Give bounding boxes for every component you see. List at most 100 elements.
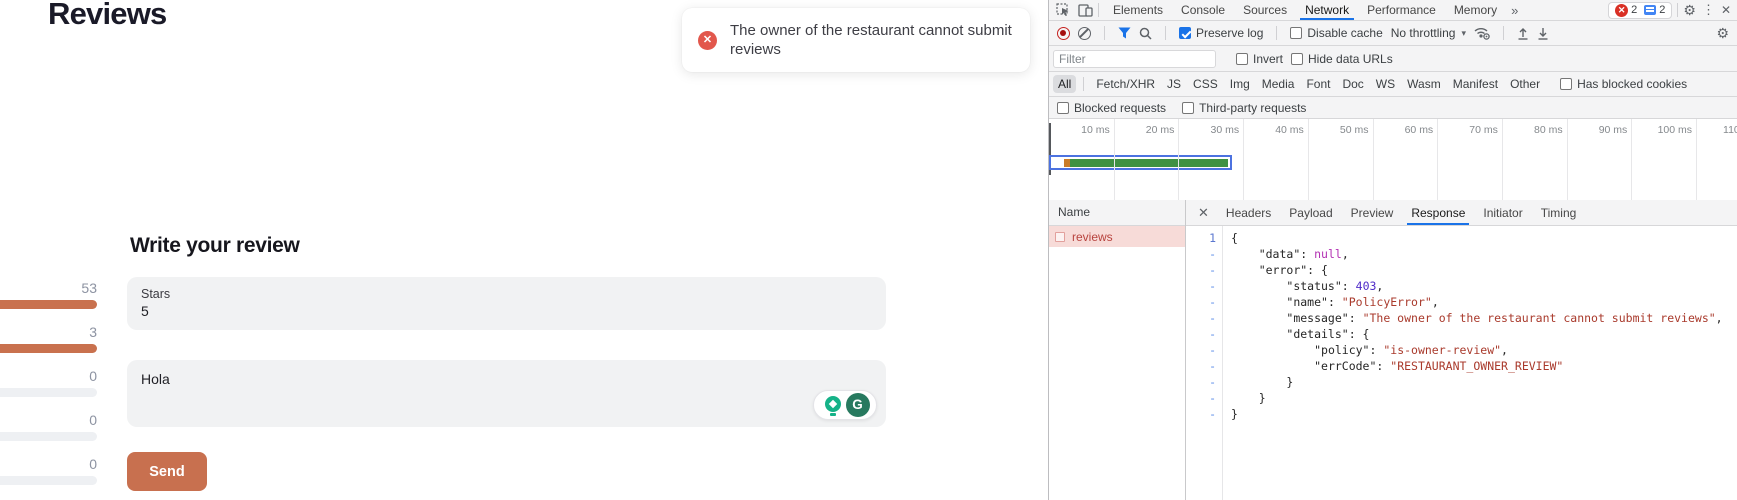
issues-badge-group[interactable]: ✕2 2	[1608, 2, 1672, 19]
export-har-icon[interactable]	[1537, 27, 1549, 40]
hide-data-urls-checkbox[interactable]	[1291, 53, 1303, 65]
import-har-icon[interactable]	[1517, 27, 1529, 40]
network-conditions-icon[interactable]	[1474, 27, 1490, 40]
fold-marker[interactable]: -	[1186, 374, 1216, 390]
invert-checkbox[interactable]	[1236, 53, 1248, 65]
devtools-tab-memory[interactable]: Memory	[1445, 0, 1506, 20]
fold-marker[interactable]: -	[1186, 358, 1216, 374]
devtools-tab-sources[interactable]: Sources	[1234, 0, 1296, 20]
third-party-requests-checkbox[interactable]	[1182, 102, 1194, 114]
clear-network-log-icon[interactable]	[1078, 27, 1091, 40]
fold-marker[interactable]: -	[1186, 246, 1216, 262]
fold-marker[interactable]: -	[1186, 342, 1216, 358]
inspect-element-icon[interactable]	[1056, 3, 1070, 17]
disable-cache-toggle[interactable]: Disable cache	[1290, 26, 1382, 40]
devtools-tab-elements[interactable]: Elements	[1104, 0, 1172, 20]
search-icon[interactable]	[1139, 27, 1152, 40]
grammarly-suggestion-icon[interactable]	[821, 393, 845, 417]
blocked-requests-checkbox[interactable]	[1057, 102, 1069, 114]
detail-tab-timing[interactable]: Timing	[1532, 200, 1586, 225]
type-pill-wasm[interactable]: Wasm	[1402, 75, 1446, 93]
invert-toggle[interactable]: Invert	[1236, 52, 1283, 66]
invert-label: Invert	[1253, 52, 1283, 66]
hide-data-urls-toggle[interactable]: Hide data URLs	[1291, 52, 1393, 66]
network-filter-row: Invert Hide data URLs	[1049, 46, 1737, 72]
error-toast: ✕ The owner of the restaurant cannot sub…	[682, 8, 1030, 72]
record-network-log-icon[interactable]	[1057, 27, 1070, 40]
send-button[interactable]: Send	[127, 452, 207, 491]
type-pill-font[interactable]: Font	[1301, 75, 1335, 93]
type-pill-js[interactable]: JS	[1162, 75, 1186, 93]
fold-marker[interactable]: -	[1186, 390, 1216, 406]
type-pill-other[interactable]: Other	[1505, 75, 1545, 93]
detail-tab-response[interactable]: Response	[1402, 200, 1474, 225]
has-blocked-cookies-toggle[interactable]: Has blocked cookies	[1560, 77, 1687, 91]
response-viewer[interactable]: 1----------- { "data": null, "error": { …	[1186, 226, 1737, 500]
detail-tab-preview[interactable]: Preview	[1342, 200, 1403, 225]
close-detail-icon[interactable]: ✕	[1190, 205, 1217, 221]
third-party-requests-toggle[interactable]: Third-party requests	[1182, 101, 1306, 115]
detail-tab-initiator[interactable]: Initiator	[1474, 200, 1531, 225]
type-pill-strip: All Fetch/XHRJSCSSImgMediaFontDocWSWasmMa…	[1053, 75, 1545, 93]
blocked-requests-toggle[interactable]: Blocked requests	[1057, 101, 1166, 115]
download-segment	[1070, 159, 1228, 167]
more-tabs-icon[interactable]: »	[1506, 3, 1523, 18]
fold-marker[interactable]: -	[1186, 326, 1216, 342]
has-blocked-cookies-checkbox[interactable]	[1560, 78, 1572, 90]
error-circle-icon: ✕	[698, 31, 717, 50]
request-name: reviews	[1072, 230, 1113, 244]
overview-selected-request-bar[interactable]	[1049, 155, 1232, 170]
throttling-value: No throttling	[1391, 26, 1456, 40]
rating-bar-row: 53	[0, 281, 97, 309]
filter-funnel-icon[interactable]	[1118, 27, 1131, 39]
close-devtools-icon[interactable]: ✕	[1721, 3, 1731, 17]
stars-field[interactable]: Stars 5	[127, 277, 886, 330]
blocked-requests-label: Blocked requests	[1074, 101, 1166, 115]
type-pill-fetch-xhr[interactable]: Fetch/XHR	[1091, 75, 1160, 93]
grammarly-widget[interactable]: G	[813, 390, 877, 420]
detail-tab-bar: ✕ HeadersPayloadPreviewResponseInitiator…	[1186, 200, 1737, 226]
fold-marker[interactable]: -	[1186, 294, 1216, 310]
code-line: "name": "PolicyError",	[1231, 294, 1723, 310]
fold-marker[interactable]: -	[1186, 406, 1216, 422]
name-column-header[interactable]: Name	[1049, 200, 1185, 226]
type-pill-ws[interactable]: WS	[1371, 75, 1400, 93]
rating-count: 0	[0, 369, 97, 384]
network-toolbar: Preserve log Disable cache No throttling…	[1049, 21, 1737, 46]
devtools-tab-network[interactable]: Network	[1296, 0, 1358, 20]
fold-marker[interactable]: -	[1186, 278, 1216, 294]
type-pill-manifest[interactable]: Manifest	[1448, 75, 1503, 93]
network-settings-gear-icon[interactable]: ⚙	[1716, 25, 1729, 42]
preserve-log-checkbox[interactable]	[1179, 27, 1191, 39]
fold-marker[interactable]: -	[1186, 310, 1216, 326]
fold-marker[interactable]: -	[1186, 262, 1216, 278]
network-filter-input[interactable]	[1053, 50, 1216, 68]
detail-tab-payload[interactable]: Payload	[1280, 200, 1341, 225]
devtools-tab-performance[interactable]: Performance	[1358, 0, 1445, 20]
network-overview-timeline[interactable]: 10 ms20 ms30 ms40 ms50 ms60 ms70 ms80 ms…	[1049, 119, 1737, 201]
devtools-tab-console[interactable]: Console	[1172, 0, 1234, 20]
timeline-tick-label: 20 ms	[1102, 124, 1174, 136]
throttling-dropdown[interactable]: No throttling ▾	[1391, 26, 1466, 40]
settings-gear-icon[interactable]: ⚙	[1683, 2, 1696, 19]
code-line: "message": "The owner of the restaurant …	[1231, 310, 1723, 326]
timeline-tick-label: 30 ms	[1167, 124, 1239, 136]
request-row-reviews[interactable]: reviews	[1049, 226, 1185, 247]
menu-dots-icon[interactable]: ⋮	[1696, 2, 1721, 18]
type-pill-media[interactable]: Media	[1257, 75, 1300, 93]
preserve-log-toggle[interactable]: Preserve log	[1179, 26, 1263, 40]
detail-tab-headers[interactable]: Headers	[1217, 200, 1280, 225]
type-pill-img[interactable]: Img	[1225, 75, 1255, 93]
preserve-log-label: Preserve log	[1196, 26, 1263, 40]
disable-cache-checkbox[interactable]	[1290, 27, 1302, 39]
type-pill-all[interactable]: All	[1053, 75, 1076, 93]
type-pill-css[interactable]: CSS	[1188, 75, 1223, 93]
chevron-down-icon: ▾	[1461, 28, 1466, 39]
grammarly-logo-icon[interactable]: G	[846, 393, 870, 417]
device-toolbar-icon[interactable]	[1078, 4, 1093, 17]
review-textarea[interactable]: Hola G	[127, 360, 886, 427]
disable-cache-label: Disable cache	[1307, 26, 1382, 40]
timeline-tick-label: 110 ms	[1685, 124, 1737, 136]
type-pill-doc[interactable]: Doc	[1337, 75, 1368, 93]
devtools-panel: ElementsConsoleSourcesNetworkPerformance…	[1048, 0, 1737, 500]
